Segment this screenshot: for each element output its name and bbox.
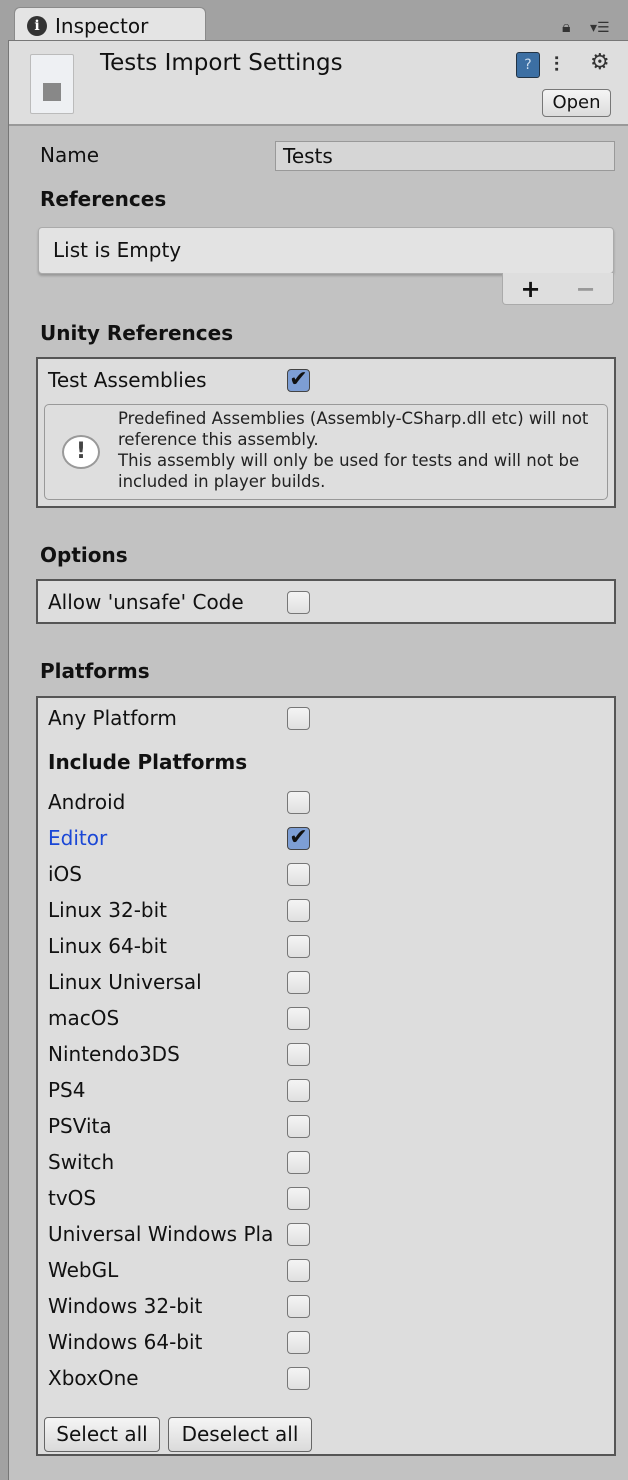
references-heading: References [40,187,167,211]
platform-row: Linux 32-bit [48,895,310,925]
asmdef-file-icon [30,54,74,114]
help-box: Predefined Assemblies (Assembly-CSharp.d… [44,404,608,500]
platform-checkbox[interactable] [287,934,310,958]
platform-label: Editor [48,826,108,850]
lock-icon[interactable]: 🔒︎ [562,17,571,37]
info-icon: i [27,15,47,36]
platform-label: Switch [48,1150,115,1174]
platform-label: Linux 64-bit [48,934,168,958]
platform-row: WebGL [48,1255,310,1285]
options-heading: Options [40,543,128,567]
help-text-2: This assembly will only be used for test… [118,451,580,491]
platform-row: iOS [48,859,310,889]
unsafe-code-label: Allow 'unsafe' Code [48,590,244,614]
platform-checkbox[interactable] [287,1114,310,1138]
warning-icon: ! [62,435,100,469]
platform-label: tvOS [48,1186,97,1210]
list-empty-text: List is Empty [53,238,182,262]
menu-icon[interactable]: ▾☰ [590,20,610,36]
gear-icon[interactable]: ⚙ [590,50,610,75]
any-platform-label: Any Platform [48,706,177,730]
platform-label: iOS [48,862,82,886]
platform-label: XboxOne [48,1366,139,1390]
test-assemblies-checkbox[interactable]: ✔ [287,368,310,392]
platform-label: Linux 32-bit [48,898,168,922]
preset-icon[interactable]: ⫶ [554,52,559,76]
name-label: Name [40,143,100,167]
platform-checkbox[interactable] [287,1186,310,1210]
platform-checkbox[interactable] [287,1150,310,1174]
platform-checkbox[interactable] [287,790,310,814]
platform-checkbox[interactable] [287,898,310,922]
platform-checkbox[interactable] [287,970,310,994]
platform-label: Windows 64-bit [48,1330,203,1354]
platform-checkbox[interactable] [287,1042,310,1066]
platform-checkbox[interactable] [287,1078,310,1102]
platform-label: Nintendo3DS [48,1042,180,1066]
platform-checkbox[interactable] [287,1258,310,1282]
platform-label: Windows 32-bit [48,1294,203,1318]
add-reference-button[interactable]: + [520,275,540,303]
platform-checkbox[interactable] [287,1222,310,1246]
tab-label: Inspector [55,13,149,38]
help-book-icon[interactable]: ? [516,52,540,78]
remove-reference-button[interactable]: − [575,275,595,303]
any-platform-checkbox[interactable] [287,706,310,730]
platform-row: Windows 64-bit [48,1327,310,1357]
platform-label: PS4 [48,1078,86,1102]
platform-row: Editor ✔ [48,823,310,853]
test-assemblies-label: Test Assemblies [48,368,207,392]
platform-label: WebGL [48,1258,119,1282]
unsafe-code-checkbox[interactable] [287,590,310,614]
platform-checkbox[interactable] [287,1006,310,1030]
select-all-button[interactable]: Select all [44,1417,160,1452]
platform-row: Switch [48,1147,310,1177]
platform-row: PS4 [48,1075,310,1105]
platform-checkbox[interactable] [287,862,310,886]
platform-label: Universal Windows Pla [48,1222,274,1246]
platform-row: Linux 64-bit [48,931,310,961]
deselect-all-button[interactable]: Deselect all [168,1417,312,1452]
unsafe-code-row: Allow 'unsafe' Code [48,587,310,617]
platform-checkbox[interactable] [287,1366,310,1390]
platform-row: macOS [48,1003,310,1033]
platform-row: Nintendo3DS [48,1039,310,1069]
platform-row: Windows 32-bit [48,1291,310,1321]
open-button[interactable]: Open [542,89,611,117]
platform-row: Linux Universal [48,967,310,997]
asset-title: Tests Import Settings [100,50,343,76]
test-assemblies-row: Test Assemblies ✔ [48,365,310,395]
tab-inspector[interactable]: i Inspector [14,7,206,43]
platform-label: macOS [48,1006,120,1030]
platform-row: XboxOne [48,1363,310,1393]
help-text-1: Predefined Assemblies (Assembly-CSharp.d… [118,409,589,449]
platform-checkbox[interactable] [287,1330,310,1354]
name-input[interactable]: Tests [275,141,615,171]
unity-references-heading: Unity References [40,321,234,345]
platform-row: Universal Windows Pla [48,1219,310,1249]
platform-row: PSVita [48,1111,310,1141]
platform-label: Linux Universal [48,970,202,994]
platform-checkbox[interactable] [287,1294,310,1318]
platforms-heading: Platforms [40,659,150,683]
platform-row: tvOS [48,1183,310,1213]
platform-label: Android [48,790,126,814]
any-platform-row: Any Platform [48,703,310,733]
include-platforms-heading: Include Platforms [48,750,248,774]
platform-label: PSVita [48,1114,112,1138]
list-footer: + − [502,273,614,305]
references-list: List is Empty [38,227,614,274]
platform-checkbox[interactable]: ✔ [287,826,310,850]
platform-row: Android [48,787,310,817]
